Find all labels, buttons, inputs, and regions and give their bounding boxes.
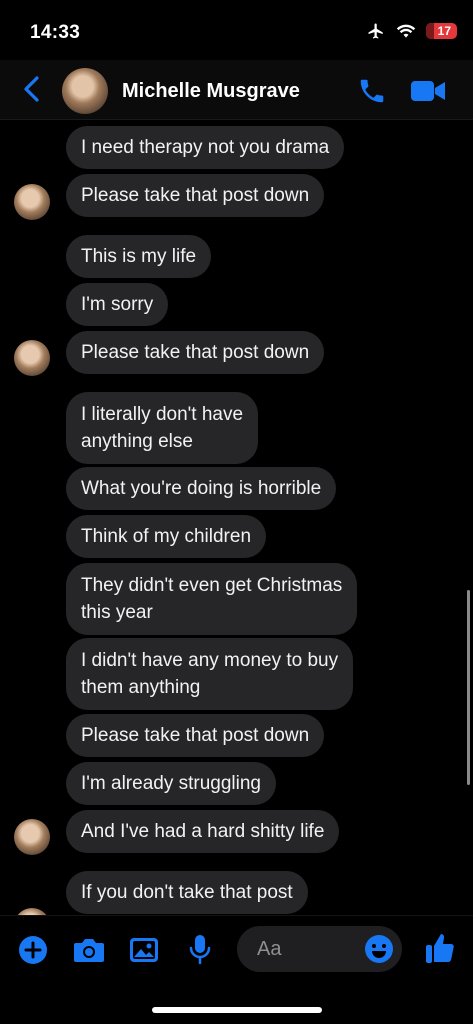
message-bubble[interactable]: I literally don't have anything else — [66, 392, 259, 464]
plus-icon[interactable] — [18, 935, 48, 965]
message-bubble[interactable]: Please take that post down — [66, 331, 325, 374]
message-bubble[interactable]: Think of my children — [66, 515, 267, 558]
message-text: I literally don't have — [81, 404, 244, 425]
message-text: I need therapy not you drama — [81, 137, 330, 158]
message-bubble[interactable]: I need therapy not you drama — [66, 126, 345, 169]
message-text: If you don't take that post — [81, 882, 293, 903]
message-bubble[interactable]: And I've had a hard shitty life — [66, 810, 340, 853]
sender-avatar[interactable] — [14, 184, 50, 220]
sender-avatar[interactable] — [14, 819, 50, 855]
status-time: 14:33 — [30, 22, 81, 43]
message-bubble[interactable]: Please take that post down — [66, 714, 325, 757]
message-text: Think of my children — [81, 526, 252, 547]
emoji-icon[interactable] — [364, 934, 394, 964]
battery-icon: 17 — [425, 23, 457, 39]
message-text: I didn't have any money to buy — [81, 650, 339, 671]
microphone-icon[interactable] — [188, 933, 212, 967]
message-text: And I've had a hard shitty life — [81, 821, 325, 842]
thumbs-up-icon[interactable] — [424, 931, 456, 965]
message-text: Please take that post down — [81, 342, 310, 363]
composer-bar: Aa — [0, 915, 473, 985]
status-icons: 17 — [366, 22, 457, 40]
message-bubble[interactable]: I didn't have any money to buy them anyt… — [66, 638, 354, 710]
video-icon[interactable] — [410, 78, 446, 104]
back-icon[interactable] — [18, 74, 46, 104]
home-indicator[interactable] — [152, 1007, 322, 1013]
message-text: I'm sorry — [81, 294, 154, 315]
message-text: What you're doing is horrible — [81, 478, 322, 499]
wifi-icon — [396, 24, 415, 38]
message-bubble[interactable]: I'm sorry — [66, 283, 169, 326]
phone-icon[interactable] — [356, 76, 388, 106]
conversation-header: Michelle Musgrave — [0, 60, 473, 120]
message-bubble[interactable]: What you're doing is horrible — [66, 467, 337, 510]
message-text: This is my life — [81, 246, 197, 267]
message-bubble[interactable]: Please take that post down — [66, 174, 325, 217]
message-bubble[interactable]: They didn't even get Christmas this year — [66, 563, 358, 635]
scrollbar[interactable] — [467, 590, 470, 785]
message-text: They didn't even get Christmas — [81, 575, 343, 596]
message-text: this year — [81, 602, 153, 623]
message-text: anything else — [81, 431, 193, 452]
message-input[interactable]: Aa — [237, 926, 402, 972]
airplane-icon — [368, 23, 383, 39]
message-input-placeholder: Aa — [257, 938, 282, 960]
message-text: them anything — [81, 677, 201, 698]
message-text: Please take that post down — [81, 725, 310, 746]
status-bar: 14:33 17 — [0, 0, 473, 60]
message-bubble[interactable]: If you don't take that post — [66, 871, 308, 914]
avatar[interactable] — [62, 68, 108, 114]
sender-avatar[interactable] — [14, 340, 50, 376]
message-text: Please take that post down — [81, 185, 310, 206]
image-icon[interactable] — [128, 935, 160, 965]
message-bubble[interactable]: This is my life — [66, 235, 212, 278]
message-bubble[interactable]: I'm already struggling — [66, 762, 276, 805]
sender-avatar[interactable] — [14, 908, 50, 915]
message-text: I'm already struggling — [81, 773, 261, 794]
camera-icon[interactable] — [72, 935, 106, 965]
message-thread[interactable]: I need therapy not you drama Please take… — [0, 120, 473, 915]
contact-name[interactable]: Michelle Musgrave — [122, 80, 300, 103]
